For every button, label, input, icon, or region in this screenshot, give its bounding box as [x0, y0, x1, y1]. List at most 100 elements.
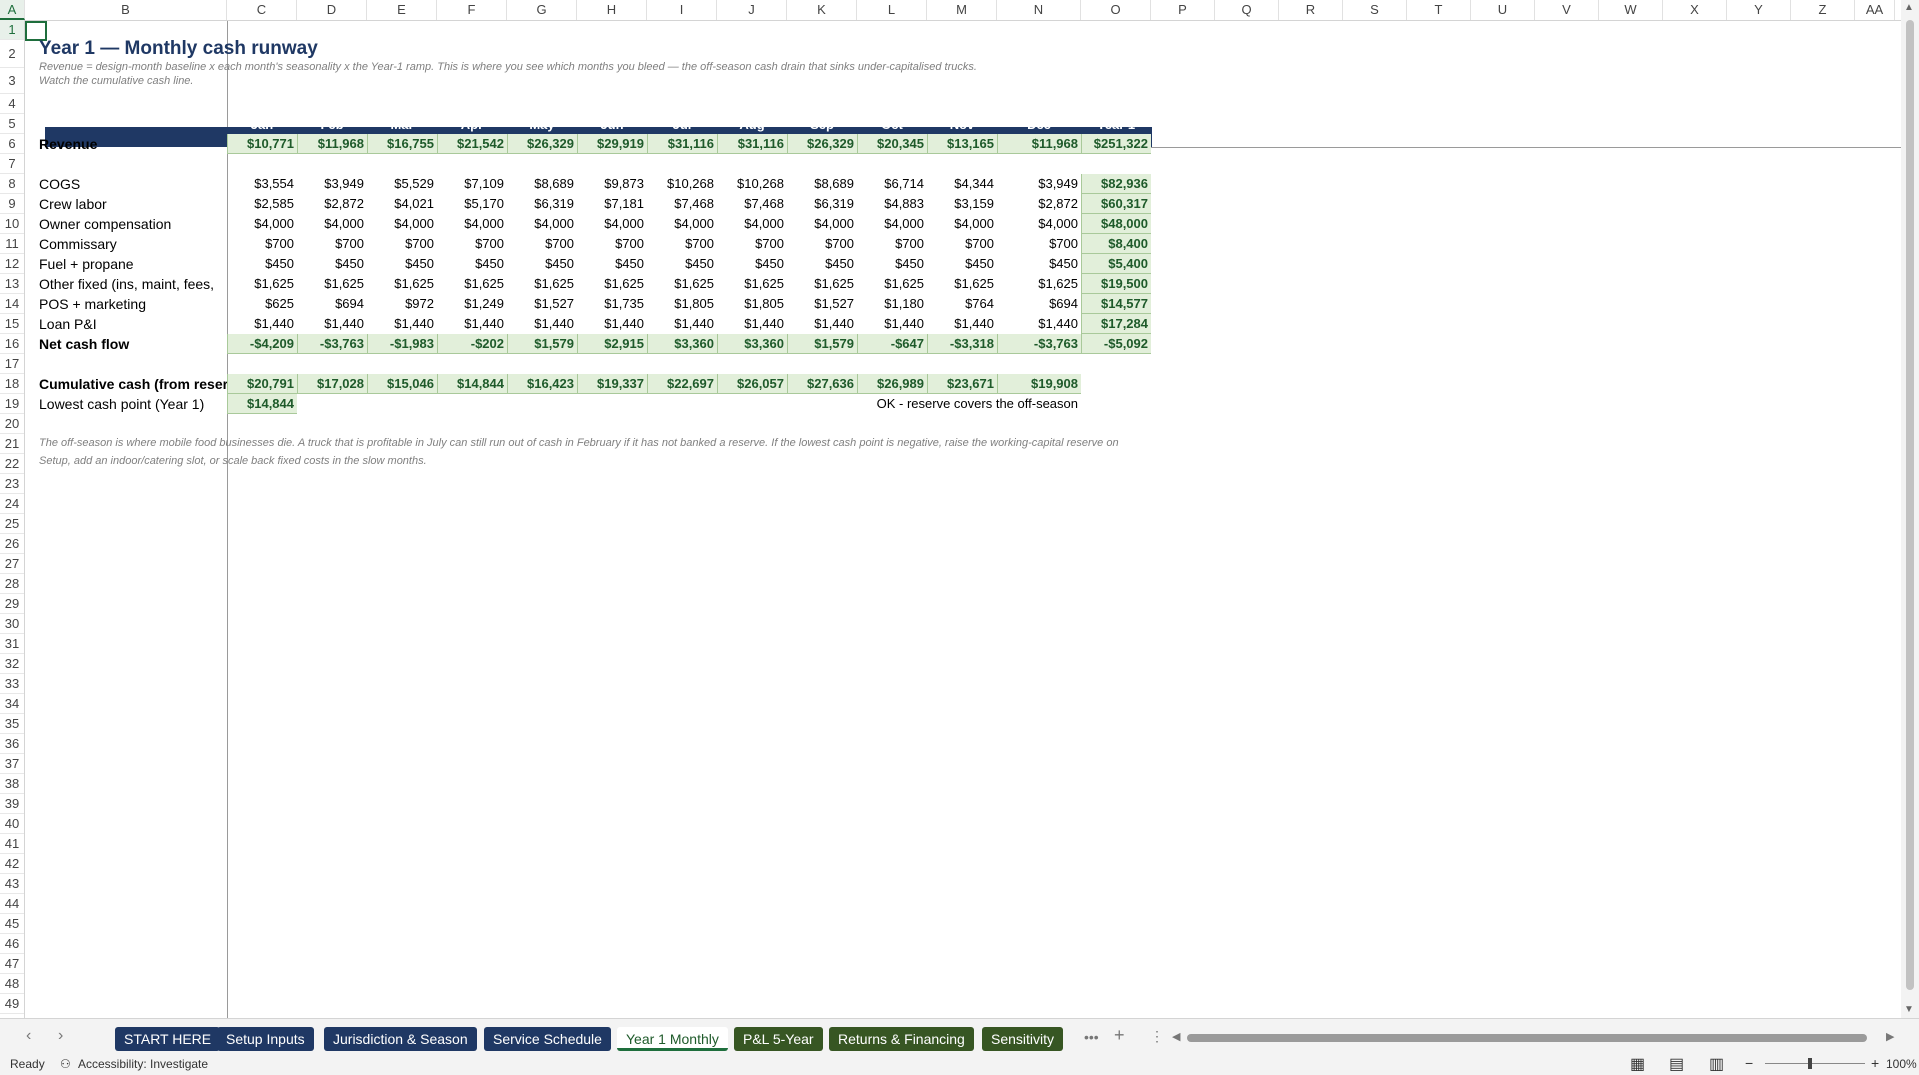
- expense-cell[interactable]: $1,625: [647, 274, 717, 294]
- expense-cell[interactable]: $972: [367, 294, 437, 314]
- expense-total-cell[interactable]: $14,577: [1081, 294, 1151, 314]
- column-header-e[interactable]: E: [367, 0, 437, 20]
- expense-cell[interactable]: $2,585: [227, 194, 297, 214]
- expense-label[interactable]: Owner compensation: [39, 214, 171, 234]
- expense-cell[interactable]: $7,468: [647, 194, 717, 214]
- revenue-cell[interactable]: $29,919: [577, 134, 647, 154]
- expense-cell[interactable]: $7,109: [437, 174, 507, 194]
- expense-cell[interactable]: $1,805: [647, 294, 717, 314]
- sheet-tab-returns-financing[interactable]: Returns & Financing: [829, 1027, 974, 1051]
- expense-cell[interactable]: $4,000: [367, 214, 437, 234]
- expense-cell[interactable]: $1,805: [717, 294, 787, 314]
- accessibility-status[interactable]: Accessibility: Investigate: [78, 1057, 208, 1071]
- row-header-5[interactable]: 5: [0, 114, 24, 134]
- expense-cell[interactable]: $450: [297, 254, 367, 274]
- month-header[interactable]: Feb: [297, 115, 367, 135]
- accessibility-icon[interactable]: ⚇: [60, 1057, 71, 1071]
- row-header-49[interactable]: 49: [0, 994, 24, 1014]
- expense-cell[interactable]: $1,440: [647, 314, 717, 334]
- expense-cell[interactable]: $450: [227, 254, 297, 274]
- row-header-10[interactable]: 10: [0, 214, 24, 234]
- cumulative-cash-cell[interactable]: $17,028: [297, 374, 367, 394]
- column-header-aa[interactable]: AA: [1855, 0, 1895, 20]
- cumulative-cash-cell[interactable]: $22,697: [647, 374, 717, 394]
- tab-options-icon[interactable]: ⋮: [1150, 1028, 1164, 1045]
- horizontal-scrollbar[interactable]: [1185, 1033, 1875, 1043]
- row-header-42[interactable]: 42: [0, 854, 24, 874]
- month-header[interactable]: Apr: [437, 115, 507, 135]
- expense-total-cell[interactable]: $17,284: [1081, 314, 1151, 334]
- net-cash-flow-cell[interactable]: $1,579: [787, 334, 857, 354]
- cumulative-cash-cell[interactable]: $27,636: [787, 374, 857, 394]
- column-header-a[interactable]: A: [0, 0, 25, 20]
- row-header-32[interactable]: 32: [0, 654, 24, 674]
- expense-label[interactable]: Other fixed (ins, maint, fees,: [39, 274, 214, 294]
- month-header[interactable]: Mar: [367, 115, 437, 135]
- lowest-cash-value[interactable]: $14,844: [227, 394, 297, 414]
- row-header-11[interactable]: 11: [0, 234, 24, 254]
- expense-cell[interactable]: $694: [297, 294, 367, 314]
- revenue-cell[interactable]: $10,771: [227, 134, 297, 154]
- expense-label[interactable]: Commissary: [39, 234, 117, 254]
- revenue-cell[interactable]: $11,968: [997, 134, 1081, 154]
- cumulative-cash-cell[interactable]: $16,423: [507, 374, 577, 394]
- expense-cell[interactable]: $1,440: [717, 314, 787, 334]
- expense-label[interactable]: Loan P&I: [39, 314, 97, 334]
- row-header-28[interactable]: 28: [0, 574, 24, 594]
- expense-cell[interactable]: $450: [647, 254, 717, 274]
- row-header-7[interactable]: 7: [0, 154, 24, 174]
- row-header-46[interactable]: 46: [0, 934, 24, 954]
- expense-cell[interactable]: $700: [717, 234, 787, 254]
- expense-cell[interactable]: $10,268: [717, 174, 787, 194]
- row-header-17[interactable]: 17: [0, 354, 24, 374]
- column-header-y[interactable]: Y: [1727, 0, 1791, 20]
- expense-cell[interactable]: $3,949: [997, 174, 1081, 194]
- expense-cell[interactable]: $1,625: [507, 274, 577, 294]
- expense-cell[interactable]: $2,872: [997, 194, 1081, 214]
- expense-total-cell[interactable]: $5,400: [1081, 254, 1151, 274]
- expense-cell[interactable]: $764: [927, 294, 997, 314]
- expense-cell[interactable]: $6,714: [857, 174, 927, 194]
- row-header-23[interactable]: 23: [0, 474, 24, 494]
- sheet-tab-start-here[interactable]: START HERE: [115, 1027, 221, 1051]
- expense-cell[interactable]: $4,000: [227, 214, 297, 234]
- row-header-48[interactable]: 48: [0, 974, 24, 994]
- column-header-h[interactable]: H: [577, 0, 647, 20]
- expense-cell[interactable]: $700: [227, 234, 297, 254]
- expense-cell[interactable]: $1,625: [997, 274, 1081, 294]
- cumulative-cash-cell[interactable]: $20,791: [227, 374, 297, 394]
- revenue-cell[interactable]: $20,345: [857, 134, 927, 154]
- expense-cell[interactable]: $1,440: [227, 314, 297, 334]
- row-header-27[interactable]: 27: [0, 554, 24, 574]
- revenue-cell[interactable]: $31,116: [647, 134, 717, 154]
- column-header-u[interactable]: U: [1471, 0, 1535, 20]
- row-header-39[interactable]: 39: [0, 794, 24, 814]
- page-layout-icon[interactable]: ▤: [1669, 1054, 1684, 1074]
- expense-cell[interactable]: $1,527: [787, 294, 857, 314]
- cumulative-cash-cell[interactable]: $26,057: [717, 374, 787, 394]
- zoom-out-icon[interactable]: −: [1745, 1055, 1753, 1071]
- expense-cell[interactable]: $1,440: [577, 314, 647, 334]
- month-header[interactable]: Jun: [577, 115, 647, 135]
- expense-cell[interactable]: $450: [927, 254, 997, 274]
- zoom-slider-thumb[interactable]: [1808, 1058, 1812, 1069]
- tab-next-icon[interactable]: ›: [58, 1027, 63, 1045]
- expense-cell[interactable]: $4,000: [507, 214, 577, 234]
- expense-total-cell[interactable]: $48,000: [1081, 214, 1151, 234]
- row-header-14[interactable]: 14: [0, 294, 24, 314]
- revenue-label[interactable]: Revenue: [39, 134, 97, 154]
- expense-cell[interactable]: $1,440: [927, 314, 997, 334]
- expense-cell[interactable]: $450: [787, 254, 857, 274]
- row-header-44[interactable]: 44: [0, 894, 24, 914]
- row-header-12[interactable]: 12: [0, 254, 24, 274]
- row-header-31[interactable]: 31: [0, 634, 24, 654]
- expense-label[interactable]: Crew labor: [39, 194, 107, 214]
- column-header-l[interactable]: L: [857, 0, 927, 20]
- expense-cell[interactable]: $1,180: [857, 294, 927, 314]
- sheet-tab-sensitivity[interactable]: Sensitivity: [982, 1027, 1064, 1051]
- month-header[interactable]: Sep: [787, 115, 857, 135]
- zoom-level[interactable]: 100%: [1886, 1057, 1917, 1071]
- row-header-4[interactable]: 4: [0, 94, 24, 114]
- expense-cell[interactable]: $4,344: [927, 174, 997, 194]
- column-header-s[interactable]: S: [1343, 0, 1407, 20]
